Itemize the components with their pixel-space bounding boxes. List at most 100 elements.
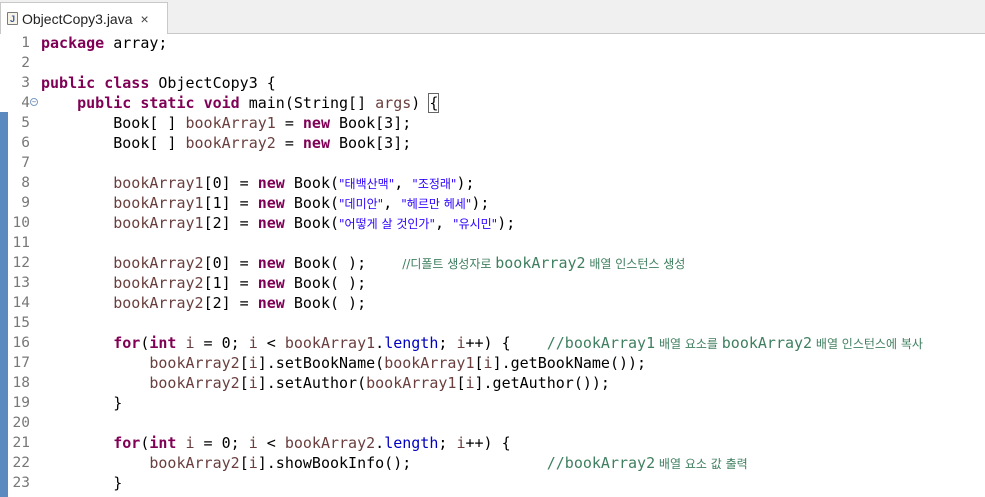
code-token: bookArray2 [149, 374, 240, 392]
code-token: bookArray1 [185, 114, 276, 132]
editor-tab-bar: J ObjectCopy3.java × [0, 0, 985, 34]
code-token: i [483, 354, 493, 372]
code-line[interactable]: 17 bookArray2[i].setBookName(bookArray1[… [0, 353, 985, 373]
code-editor[interactable]: 1 package array; 2 3 public class ObjectCopy… [0, 34, 985, 497]
code-line[interactable]: 14 bookArray2[2] = new Book( ); [0, 293, 985, 313]
code-line[interactable]: 20 [0, 413, 985, 433]
code-text: Book[ ] bookArray2 = new Book[3]; [41, 133, 411, 153]
code-token: ); [471, 194, 490, 212]
code-line[interactable]: 21 for(int i = 0; i < bookArray2.length;… [0, 433, 985, 453]
code-token: Book( [284, 174, 340, 192]
code-text: bookArray2[2] = new Book( ); [41, 293, 366, 313]
editor-tab-objectcopy3[interactable]: J ObjectCopy3.java × [0, 2, 168, 34]
code-token: [2] = [203, 294, 258, 312]
code-token: ); [456, 174, 475, 192]
code-token: ); [497, 214, 516, 232]
code-token: main(String[] [239, 94, 376, 112]
code-line[interactable]: 4− public static void main(String[] args… [0, 93, 985, 113]
code-line[interactable]: 7 [0, 153, 985, 173]
code-token: bookArray1 [366, 374, 457, 392]
line-number: 3 [21, 75, 30, 91]
line-number: 7 [21, 155, 30, 171]
code-text: public static void main(String[] args) { [41, 93, 440, 113]
code-token: ; [438, 334, 457, 352]
code-token: , [383, 194, 402, 212]
code-token: new [302, 114, 330, 132]
java-file-icon: J [7, 12, 18, 25]
code-token: for [113, 434, 141, 452]
code-token: void [203, 94, 240, 112]
tab-title: ObjectCopy3.java [22, 10, 133, 27]
code-token: [ [474, 354, 484, 372]
line-number: 6 [21, 135, 30, 151]
code-line[interactable]: 3 public class ObjectCopy3 { [0, 73, 985, 93]
code-token: args [375, 94, 412, 112]
code-token: [2] = [203, 214, 258, 232]
code-token: Book[ ] [41, 114, 186, 132]
code-line[interactable]: 15 [0, 313, 985, 333]
code-token: ].setBookName( [257, 354, 385, 372]
line-number: 19 [12, 395, 30, 411]
code-line[interactable]: 11 [0, 233, 985, 253]
code-text: public class ObjectCopy3 { [41, 73, 276, 93]
code-token: new [257, 194, 285, 212]
code-token: "데미안" [339, 197, 384, 211]
code-line[interactable]: 18 bookArray2[i].setAuthor(bookArray1[i]… [0, 373, 985, 393]
line-number: 18 [12, 375, 30, 391]
code-line[interactable]: 1 package array; [0, 34, 985, 53]
close-icon[interactable]: × [141, 11, 149, 27]
code-token: i [185, 434, 195, 452]
line-number: 12 [12, 255, 30, 271]
line-number: 13 [12, 275, 30, 291]
code-line[interactable]: 12 bookArray2[0] = new Book( ); //디폴트 생성… [0, 253, 985, 273]
code-token: bookArray2 [113, 294, 204, 312]
code-line[interactable]: 6 Book[ ] bookArray2 = new Book[3]; [0, 133, 985, 153]
code-token: "유시민" [453, 217, 498, 231]
code-line[interactable]: 16 for(int i = 0; i < bookArray1.length;… [0, 333, 985, 353]
code-token: ++) { [465, 434, 511, 452]
code-token: Book( [284, 194, 340, 212]
code-token: ].setAuthor( [257, 374, 367, 392]
code-token: , [434, 214, 454, 232]
code-token: bookArray1 [113, 174, 204, 192]
line-number: 2 [21, 55, 30, 71]
code-line[interactable]: 13 bookArray2[1] = new Book( ); [0, 273, 985, 293]
code-token: new [257, 274, 285, 292]
code-token: bookArray2 [284, 434, 376, 452]
code-text: for(int i = 0; i < bookArray2.length; i+… [41, 433, 511, 453]
code-line[interactable]: 22 bookArray2[i].showBookInfo(); //bookA… [0, 453, 985, 473]
code-line[interactable]: 2 [0, 53, 985, 73]
code-text: bookArray1[2] = new Book("어떻게 살 것인가", "유… [41, 213, 515, 234]
code-line[interactable]: 23 } [0, 473, 985, 493]
code-token: 배열 인스턴스에 복사 [812, 337, 923, 351]
code-text: bookArray1[1] = new Book("데미안", "헤르만 헤세"… [41, 193, 489, 214]
code-token: bookArray2 [149, 354, 240, 372]
code-token: < [257, 434, 285, 452]
code-token: { [428, 93, 440, 113]
code-line[interactable]: 19 } [0, 393, 985, 413]
code-token: static [140, 94, 195, 112]
code-line[interactable]: 9 bookArray1[1] = new Book("데미안", "헤르만 헤… [0, 193, 985, 213]
line-number: 20 [12, 415, 30, 431]
code-token: ObjectCopy3 { [149, 74, 276, 92]
fold-collapse-icon[interactable]: − [30, 98, 38, 106]
line-number: 17 [12, 355, 30, 371]
code-token: bookArray1 [113, 194, 204, 212]
code-line[interactable]: 5 Book[ ] bookArray1 = new Book[3]; [0, 113, 985, 133]
code-token: [1] = [203, 274, 258, 292]
line-number: 14 [12, 295, 30, 311]
code-line[interactable]: 8 bookArray1[0] = new Book("태백산맥", "조정래"… [0, 173, 985, 193]
code-token: ) [411, 94, 430, 112]
code-text: bookArray2[0] = new Book( ); //디폴트 생성자로 … [41, 253, 685, 274]
code-line[interactable]: 10 bookArray1[2] = new Book("어떻게 살 것인가",… [0, 213, 985, 233]
